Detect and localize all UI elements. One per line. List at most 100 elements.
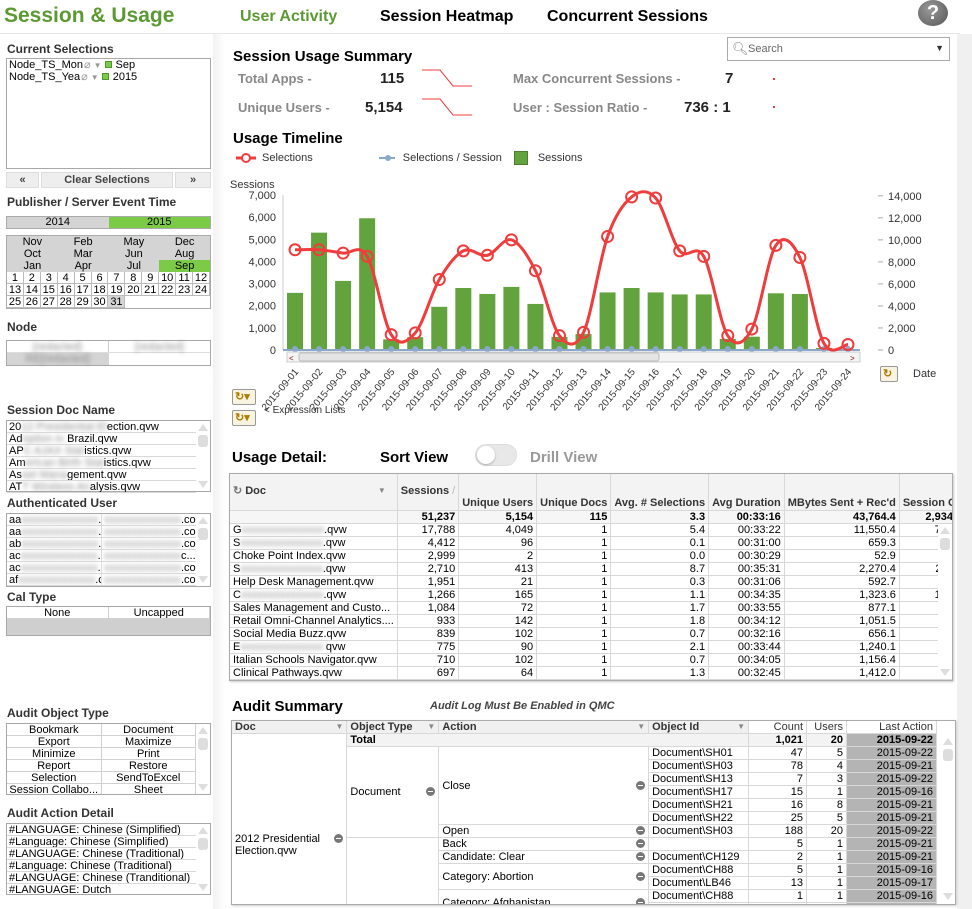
cal-type-none[interactable]: None bbox=[7, 607, 109, 619]
node-item[interactable]: RE[redacted] bbox=[7, 353, 109, 365]
audit-doc-cell[interactable]: 2012 Presidential Election.qvw bbox=[232, 733, 348, 904]
day-19[interactable]: 19 bbox=[108, 284, 126, 296]
node-item[interactable]: [redacted] bbox=[7, 341, 109, 353]
tab-session-heatmap[interactable]: Session Heatmap bbox=[380, 8, 513, 26]
doc-list-item[interactable]: ATT Wireless Analysis.qvw bbox=[7, 481, 196, 493]
dropdown-icon[interactable]: ▼ bbox=[91, 73, 99, 82]
help-icon[interactable]: ? bbox=[918, 0, 948, 26]
col-unique-docs[interactable]: Unique Docs bbox=[536, 474, 612, 511]
table-row[interactable]: Sxxxxxxxxxxxxxxx.qvw 2,710 413 1 8.7 00:35:31… bbox=[230, 562, 952, 576]
col-last-action[interactable]: Last Action bbox=[846, 721, 937, 734]
month-jan[interactable]: Jan bbox=[7, 260, 58, 272]
audit-action-detail-item[interactable]: #LANGUAGE: Chinese (Traditional) bbox=[7, 848, 196, 860]
day-5[interactable]: 5 bbox=[74, 272, 92, 284]
eraser-icon[interactable]: ⌀ bbox=[84, 59, 91, 71]
audit-object-type-item[interactable]: Bookmark bbox=[7, 724, 102, 736]
audit-object-type-item[interactable]: Session Collabo... bbox=[7, 784, 102, 794]
audit-object-type-item[interactable]: Export bbox=[7, 736, 102, 748]
day-23[interactable]: 23 bbox=[176, 284, 194, 296]
table-row[interactable]: Sxxxxxxxxxxxxxxx.qvw 4,412 96 1 0.1 00:31:00 6… bbox=[230, 536, 952, 550]
audit-object-type-item[interactable]: Report bbox=[7, 760, 102, 772]
audit-object-type-item[interactable]: Document bbox=[101, 724, 196, 736]
month-nov[interactable]: Nov bbox=[7, 236, 58, 248]
scrollbar[interactable] bbox=[196, 824, 210, 894]
audit-object-type-item[interactable]: Maximize bbox=[101, 736, 196, 748]
doc-list-item[interactable]: Adoption in Brazil.qvw bbox=[7, 433, 196, 445]
date-cycle-button[interactable]: ↻ bbox=[880, 366, 898, 382]
table-row[interactable]: Sales Management and Custo... 1,084 72 1 1.7… bbox=[230, 601, 952, 615]
year-2014[interactable]: 2014 bbox=[7, 217, 109, 228]
day-6[interactable]: 6 bbox=[91, 272, 109, 284]
audit-action-detail-item[interactable]: #LANGUAGE: Chinese (Tranditional) bbox=[7, 872, 196, 884]
day-1[interactable]: 1 bbox=[7, 272, 24, 284]
day-17[interactable]: 17 bbox=[74, 284, 92, 296]
collapse-icon[interactable] bbox=[636, 826, 646, 835]
day-26[interactable]: 26 bbox=[23, 296, 41, 308]
scrollbar[interactable] bbox=[196, 724, 210, 794]
collapse-icon[interactable] bbox=[334, 833, 344, 843]
audit-action-detail-item[interactable]: #Language: Chinese (Traditional) bbox=[7, 860, 196, 872]
collapse-icon[interactable] bbox=[636, 897, 646, 904]
day-18[interactable]: 18 bbox=[91, 284, 109, 296]
col-users[interactable]: Users bbox=[806, 721, 848, 734]
day-10[interactable]: 10 bbox=[159, 272, 177, 284]
table-row[interactable]: Social Media Buzz.qvw 839 102 1 0.7 00:32:16 6… bbox=[230, 627, 952, 641]
doc-list-item[interactable]: American Birth Statistics.qvw bbox=[7, 457, 196, 469]
table-row[interactable]: Asset Management.qvw5256412.300:33:28528… bbox=[230, 679, 952, 680]
expression-cycle-button[interactable]: ↻▾ bbox=[232, 410, 256, 426]
action-cell[interactable]: Back bbox=[438, 837, 650, 851]
action-cell[interactable]: Open bbox=[438, 824, 650, 838]
day-4[interactable]: 4 bbox=[57, 272, 75, 284]
day-8[interactable]: 8 bbox=[125, 272, 143, 284]
dropdown-icon[interactable]: ▼ bbox=[94, 61, 102, 70]
col-action[interactable]: Action ▼ bbox=[438, 721, 650, 734]
back-button[interactable]: « bbox=[6, 172, 39, 188]
col-avg-duration[interactable]: Avg Duration bbox=[708, 474, 785, 511]
day-13[interactable]: 13 bbox=[7, 284, 24, 296]
col-unique-users[interactable]: Unique Users bbox=[458, 474, 538, 511]
user-list-item[interactable]: abxxxxxxxxxxxxxx.comxxxxxxxxxxxxxx.com bbox=[7, 538, 196, 550]
eraser-icon[interactable]: ⌀ bbox=[81, 71, 88, 83]
user-list-item[interactable]: aaxxxxxxxxxxxxxx.comxxxxxxxxxxxxxx.com bbox=[7, 514, 196, 526]
audit-object-type-item[interactable]: Print bbox=[101, 748, 196, 760]
month-jul[interactable]: Jul bbox=[109, 260, 160, 272]
day-30[interactable]: 30 bbox=[91, 296, 109, 308]
view-toggle[interactable] bbox=[475, 444, 517, 466]
doc-list-item[interactable]: 2012 Presidential Election.qvw bbox=[7, 421, 196, 433]
day-12[interactable]: 12 bbox=[193, 272, 210, 284]
user-list-item[interactable]: afxxxxxxxxxxxxxx.comxxxxxxxxxxxxxx.com bbox=[7, 574, 196, 586]
table-row[interactable]: Italian Schools Navigator.qvw 710 102 1 0.7 0… bbox=[230, 653, 952, 667]
month-dec[interactable]: Dec bbox=[159, 236, 210, 248]
collapse-icon[interactable] bbox=[636, 871, 646, 881]
collapse-icon[interactable] bbox=[636, 839, 646, 848]
day-25[interactable]: 25 bbox=[7, 296, 24, 308]
day-31[interactable]: 31 bbox=[108, 296, 126, 308]
user-list-item[interactable]: aaxxxxxxxxxxxxxx.comxxxxxxxxxxxxxx.com bbox=[7, 526, 196, 538]
month-aug[interactable]: Aug bbox=[159, 248, 210, 260]
audit-action-detail-item[interactable]: #Language: Chinese (Simplified) bbox=[7, 836, 196, 848]
col-avg-selections[interactable]: Avg. # Selections bbox=[610, 474, 710, 511]
audit-object-type-item[interactable]: Sheet bbox=[102, 784, 196, 794]
action-cell[interactable]: Category: Afghanistan bbox=[438, 889, 650, 904]
action-cell[interactable]: Candidate: Clear bbox=[438, 850, 650, 864]
col-mbytes-sent-rec-d[interactable]: MBytes Sent + Rec'd bbox=[784, 474, 900, 511]
clear-selections-button[interactable]: Clear Selections bbox=[41, 172, 173, 188]
search-input[interactable]: 🔍︎ Search ▼ bbox=[727, 37, 950, 61]
refresh-icon[interactable]: ↻ bbox=[233, 485, 242, 497]
day-20[interactable]: 20 bbox=[125, 284, 143, 296]
day-16[interactable]: 16 bbox=[57, 284, 75, 296]
collapse-icon[interactable] bbox=[636, 780, 646, 790]
audit-object-type-item[interactable]: Minimize bbox=[7, 748, 102, 760]
tab-user-activity[interactable]: User Activity bbox=[240, 8, 337, 26]
collapse-icon[interactable] bbox=[636, 852, 646, 861]
doc-list-item[interactable]: APC AJAX Statistics.qvw bbox=[7, 445, 196, 457]
tab-concurrent-sessions[interactable]: Concurrent Sessions bbox=[547, 8, 708, 26]
forward-button[interactable]: » bbox=[175, 172, 211, 188]
day-27[interactable]: 27 bbox=[40, 296, 58, 308]
user-list-item[interactable]: acxxxxxxxxxxxxxx.comxxxxxxxxxxxxxx.com bbox=[7, 562, 196, 574]
col-session-calls[interactable]: Session Calls bbox=[899, 474, 952, 511]
audit-object-type-item[interactable]: SendToExcel bbox=[101, 772, 196, 784]
table-row[interactable]: Gxxxxxxxxxxxxxxx.qvw 17,788 4,049 1 5.4 00:33… bbox=[230, 523, 952, 537]
day-11[interactable]: 11 bbox=[176, 272, 194, 284]
scrollbar[interactable] bbox=[938, 524, 952, 679]
